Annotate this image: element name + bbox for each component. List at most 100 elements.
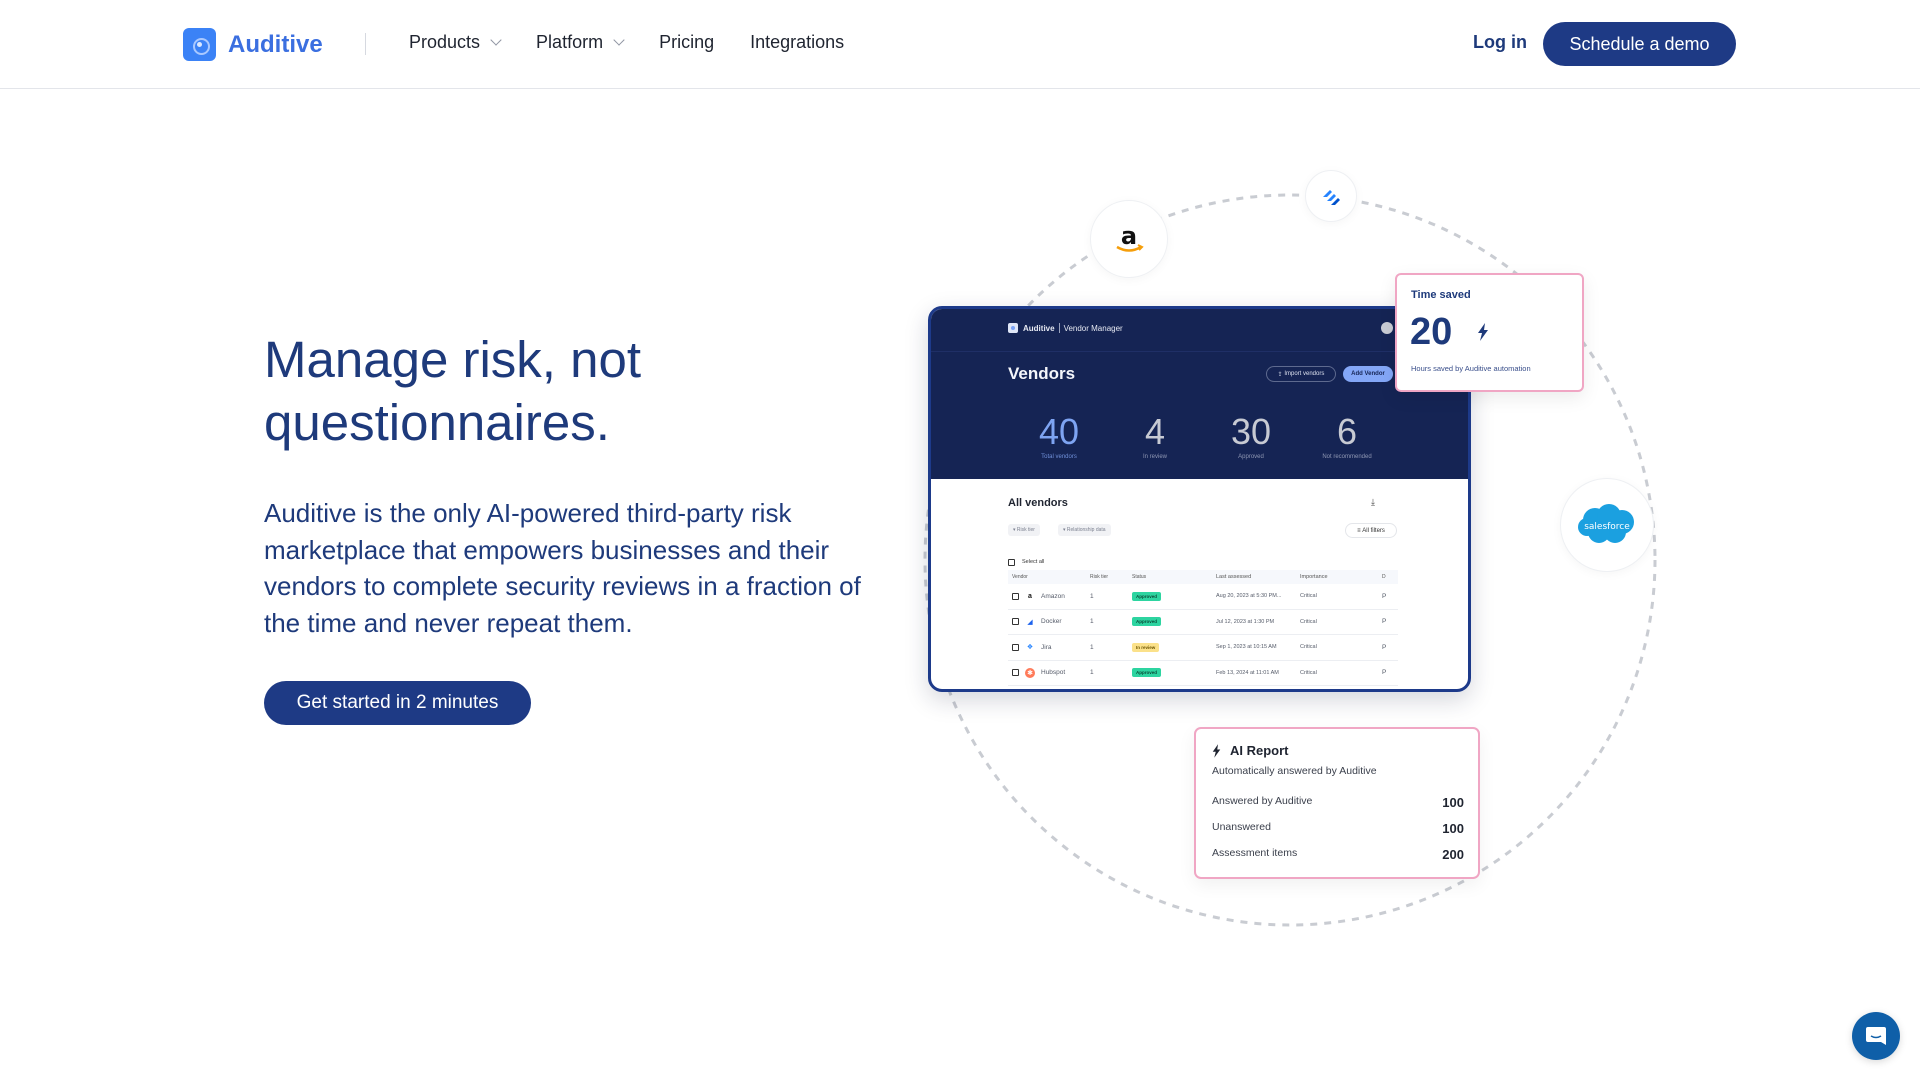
row-checkbox[interactable] [1012, 643, 1019, 651]
risk-tier: 1 [1090, 669, 1094, 677]
ai-report-row-label: Assessment items [1212, 847, 1298, 859]
status-badge: Approved [1132, 591, 1162, 601]
dashboard-app-bar: Auditive Vendor Manager [1008, 323, 1123, 333]
column-header-vendor[interactable]: Vendor [1008, 574, 1090, 580]
ai-report-row: Unanswered 100 [1212, 821, 1464, 836]
hero-description: Auditive is the only AI-powered third-pa… [264, 498, 861, 638]
stat-in-review: 4 In review [1107, 414, 1203, 461]
column-header-last-assessed[interactable]: Last assessed [1216, 574, 1300, 580]
dashboard-title: Vendors [1008, 364, 1076, 383]
add-vendor-button[interactable]: Add Vendor [1343, 366, 1393, 382]
vendor-name: Docker [1041, 618, 1062, 626]
table-row[interactable]: ❖ Jira 1 In review Sep 1, 2023 at 10:15 A… [1008, 635, 1398, 661]
all-filters-label: All filters [1362, 527, 1385, 534]
nav-platform[interactable]: Platform [536, 32, 625, 53]
brand-name: Auditive [228, 30, 323, 58]
select-all-row: Select all [1008, 554, 1398, 570]
all-filters-button[interactable]: ≡ All filters [1345, 523, 1397, 538]
table-row[interactable]: a Amazon 1 Approved Aug 20, 2023 at 5:30 … [1008, 584, 1398, 610]
column-header-status[interactable]: Status [1132, 574, 1216, 580]
ai-report-row-value: 200 [1442, 847, 1464, 862]
last-assessed: Jul 12, 2023 at 1:30 PM [1216, 618, 1275, 625]
salesforce-logo-icon: salesforce [1578, 504, 1634, 543]
divider [931, 351, 1468, 352]
chevron-down-icon [613, 34, 625, 46]
download-icon[interactable]: ⤓ [1371, 497, 1375, 508]
ai-report-subtitle: Automatically answered by Auditive [1212, 765, 1377, 777]
stat-value: 30 [1230, 411, 1272, 452]
column-d-value: P [1382, 592, 1387, 600]
time-saved-title: Time saved [1411, 289, 1471, 301]
ai-report-row-value: 100 [1442, 795, 1464, 810]
row-checkbox[interactable] [1012, 669, 1019, 677]
chevron-down-icon [490, 34, 502, 46]
all-vendors-title: All vendors [1008, 497, 1068, 509]
risk-tier: 1 [1090, 643, 1094, 651]
stat-label: In review [1142, 454, 1167, 460]
nav-integrations-label: Integrations [750, 32, 845, 52]
vendor-name: Amazon [1041, 592, 1065, 600]
select-all-checkbox[interactable] [1008, 558, 1015, 566]
stat-total-vendors: 40 Total vendors [1011, 411, 1107, 461]
stat-label: Total vendors [1041, 454, 1077, 460]
column-header-importance[interactable]: Importance [1300, 574, 1382, 580]
stat-not-recommended: 6 Not recommended [1299, 411, 1395, 461]
user-avatar[interactable] [1381, 322, 1393, 334]
hero-title: Manage risk, not questionnaires. [264, 331, 642, 451]
column-d-value: P [1382, 618, 1387, 626]
ai-report-card: AI Report Automatically answered by Audi… [1194, 727, 1480, 879]
risk-tier: 1 [1090, 618, 1094, 626]
import-vendors-button[interactable]: ⇪ Import vendors [1266, 366, 1336, 382]
ai-report-header: AI Report [1212, 743, 1289, 758]
get-started-button[interactable]: Get started in 2 minutes [264, 681, 531, 725]
dashboard-header-panel: Auditive Vendor Manager Vendors ⇪ Import… [931, 309, 1468, 479]
column-d-value: P [1382, 643, 1387, 651]
docker-logo-icon: ◢ [1027, 618, 1033, 626]
chat-bubble-icon [1866, 1027, 1886, 1045]
vendor-name: Jira [1041, 643, 1052, 651]
ai-report-row-label: Unanswered [1212, 821, 1271, 833]
chat-launcher-button[interactable] [1852, 1012, 1900, 1060]
time-saved-card: Time saved 20 Hours saved by Auditive au… [1395, 273, 1584, 392]
nav-divider [365, 33, 366, 55]
top-navbar: Auditive Products Platform Pricing Integ… [0, 0, 1920, 89]
vendor-stats: 40 Total vendors 4 In review 30 Approved 6 N… [1011, 411, 1395, 461]
ai-report-row-value: 100 [1442, 821, 1464, 836]
status-badge: In review [1132, 642, 1160, 652]
column-header-d[interactable]: D [1382, 574, 1398, 580]
stat-value: 6 [1336, 411, 1358, 452]
vendor-dashboard-preview: Auditive Vendor Manager Vendors ⇪ Import… [928, 306, 1471, 692]
hubspot-logo-icon: ✱ [1025, 667, 1035, 678]
filter-chip-label: Risk tier [1016, 527, 1035, 533]
filter-chip-relationship-data[interactable]: ▾ Relationship data [1058, 524, 1111, 536]
row-checkbox[interactable] [1012, 592, 1019, 600]
table-row[interactable]: ✱ Hubspot 1 Approved Feb 13, 2024 at 11:0… [1008, 661, 1398, 686]
brand-logo[interactable]: Auditive [183, 28, 323, 61]
nav-pricing-label: Pricing [659, 32, 715, 52]
import-vendors-label: Import vendors [1284, 371, 1325, 377]
svg-text:salesforce: salesforce [1584, 522, 1630, 532]
last-assessed: Feb 13, 2024 at 11:01 AM [1216, 669, 1279, 676]
svg-text:a: a [1121, 222, 1137, 250]
schedule-demo-button[interactable]: Schedule a demo [1543, 22, 1736, 66]
row-checkbox[interactable] [1012, 618, 1019, 626]
nav-products[interactable]: Products [409, 32, 502, 53]
column-header-risk-tier[interactable]: Risk tier [1090, 574, 1132, 580]
importance: Critical [1300, 644, 1317, 651]
lightning-bolt-icon [1212, 743, 1221, 758]
lightning-bolt-icon [1478, 323, 1488, 341]
amazon-logo-icon: a [1028, 592, 1032, 600]
nav-links: Products Platform Pricing Integrations [409, 32, 880, 53]
filter-chip-label: Relationship data [1066, 527, 1106, 533]
nav-pricing[interactable]: Pricing [659, 32, 714, 53]
stat-value: 40 [1038, 411, 1080, 452]
login-link[interactable]: Log in [1473, 32, 1527, 53]
jira-integration-bubble [1305, 170, 1357, 222]
table-row[interactable]: ◢ Docker 1 Approved Jul 12, 2023 at 1:30 … [1008, 610, 1398, 635]
vendor-name: Hubspot [1041, 669, 1066, 677]
nav-integrations[interactable]: Integrations [750, 32, 844, 53]
auditive-logo-icon [183, 28, 216, 61]
filter-chip-risk-tier[interactable]: ▾ Risk tier [1008, 524, 1040, 536]
auditive-logo-icon [1008, 323, 1018, 333]
ai-report-row: Assessment items 200 [1212, 847, 1464, 862]
